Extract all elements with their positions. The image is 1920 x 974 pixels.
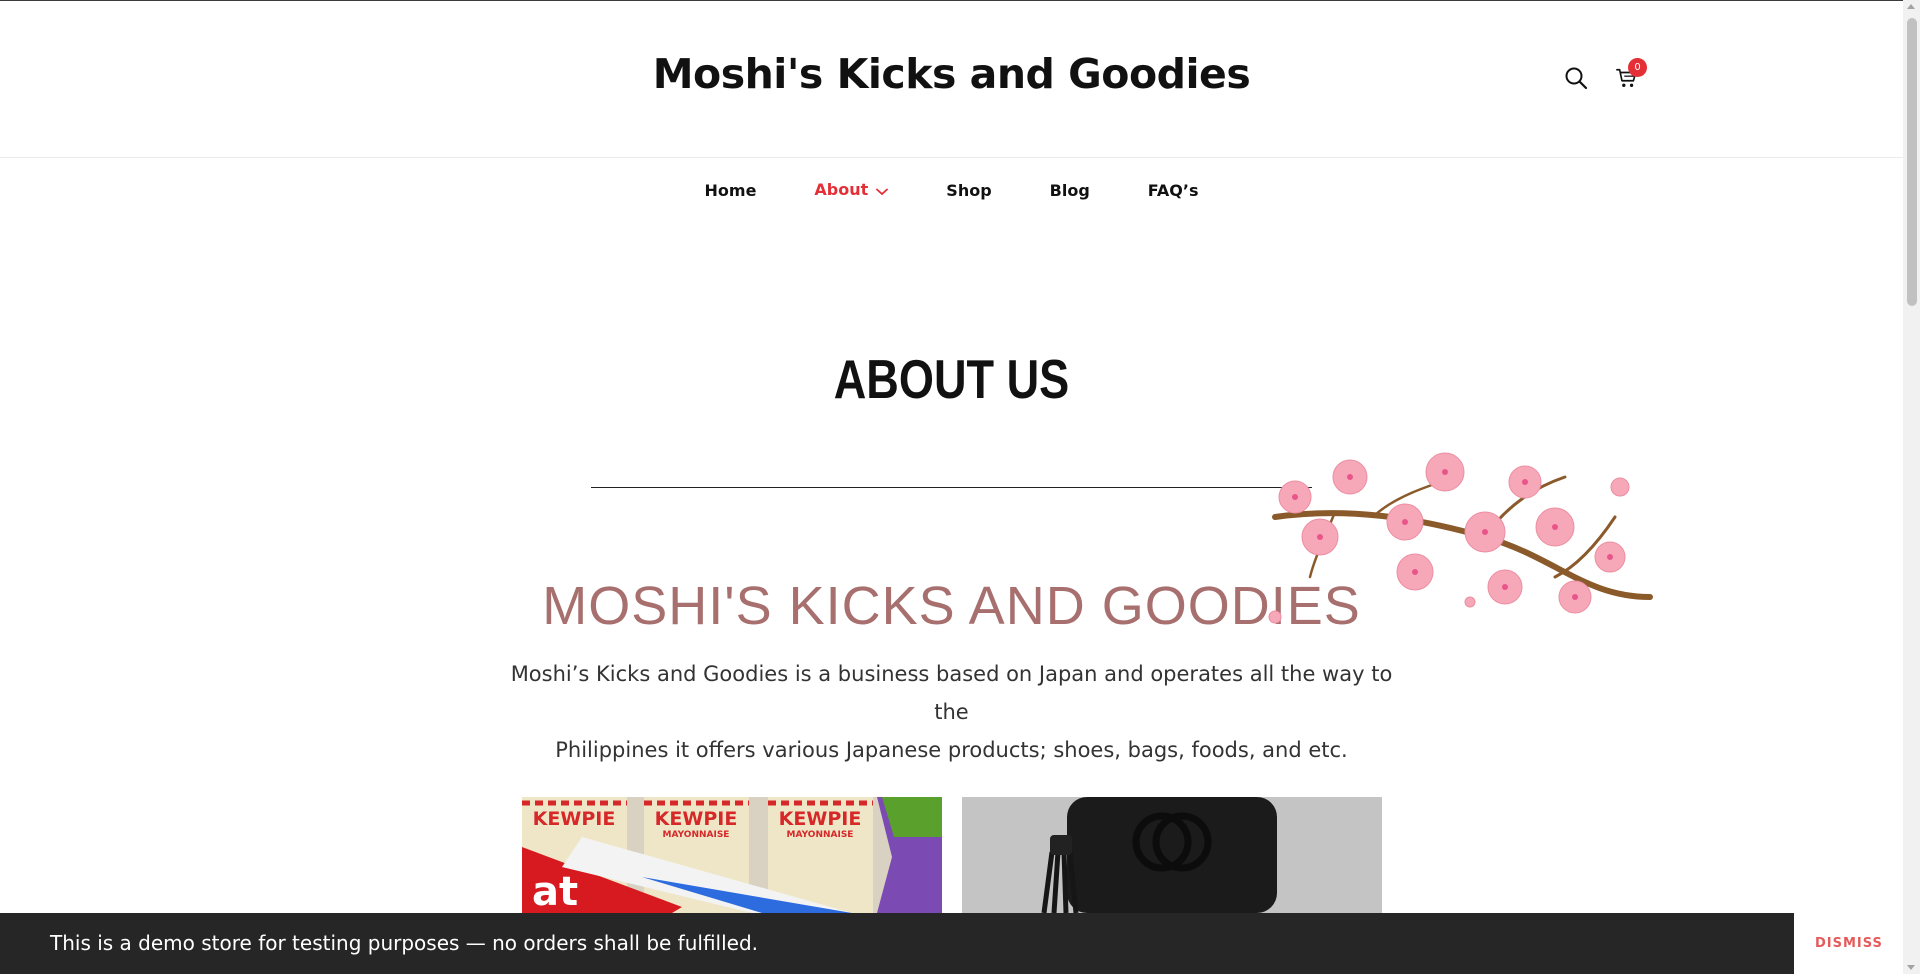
kewpie-label-2: KEWPIE: [655, 808, 738, 830]
main-navigation: Home About Shop Blog FAQ’s: [0, 180, 1903, 200]
section-description: Moshi’s Kicks and Goodies is a business …: [505, 655, 1398, 769]
japanese-foods-illustration: KEWPIE KEWPIE KEWPIE MAYONNAISE MAYONNAI…: [522, 797, 942, 913]
header-divider: [0, 157, 1903, 158]
search-button[interactable]: [1560, 62, 1592, 94]
nav-item-blog[interactable]: Blog: [1050, 181, 1090, 200]
nav-item-home[interactable]: Home: [705, 181, 757, 200]
black-leather-bag-illustration: [962, 797, 1382, 913]
search-icon: [1565, 67, 1588, 90]
kewpie-label-3: KEWPIE: [779, 808, 862, 830]
dismiss-button[interactable]: DISMISS: [1815, 913, 1883, 974]
chevron-down-icon: [876, 181, 889, 200]
scroll-up-arrow-icon[interactable]: [1907, 4, 1915, 9]
section-description-line-1: Moshi’s Kicks and Goodies is a business …: [510, 662, 1393, 724]
section-description-line-2: Philippines it offers various Japanese p…: [555, 738, 1348, 762]
demo-store-notice-text: This is a demo store for testing purpose…: [50, 931, 759, 955]
svg-text:at: at: [532, 869, 578, 913]
japanese-foods-image[interactable]: KEWPIE KEWPIE KEWPIE MAYONNAISE MAYONNAI…: [522, 797, 942, 913]
cherry-blossom-illustration: [1268, 452, 1653, 624]
black-leather-bag-image[interactable]: [962, 797, 1382, 913]
scroll-down-arrow-icon[interactable]: [1907, 965, 1915, 970]
demo-store-notice: This is a demo store for testing purpose…: [0, 913, 1903, 974]
window-top-border: [0, 0, 1920, 1]
page-scrollbar[interactable]: [1903, 0, 1920, 974]
mayonnaise-label-1: MAYONNAISE: [663, 830, 730, 840]
scrollbar-thumb[interactable]: [1907, 18, 1917, 306]
page-title: ABOUT US: [833, 347, 1070, 410]
mayonnaise-label-2: MAYONNAISE: [787, 830, 854, 840]
cart-count-badge: 0: [1628, 58, 1647, 77]
nav-item-about[interactable]: About: [814, 180, 889, 200]
section-divider-line: [591, 487, 1312, 488]
nav-item-faqs[interactable]: FAQ’s: [1148, 181, 1199, 200]
kewpie-label-1: KEWPIE: [533, 808, 616, 830]
nav-item-shop[interactable]: Shop: [946, 181, 991, 200]
nav-item-about-label: About: [814, 180, 869, 199]
